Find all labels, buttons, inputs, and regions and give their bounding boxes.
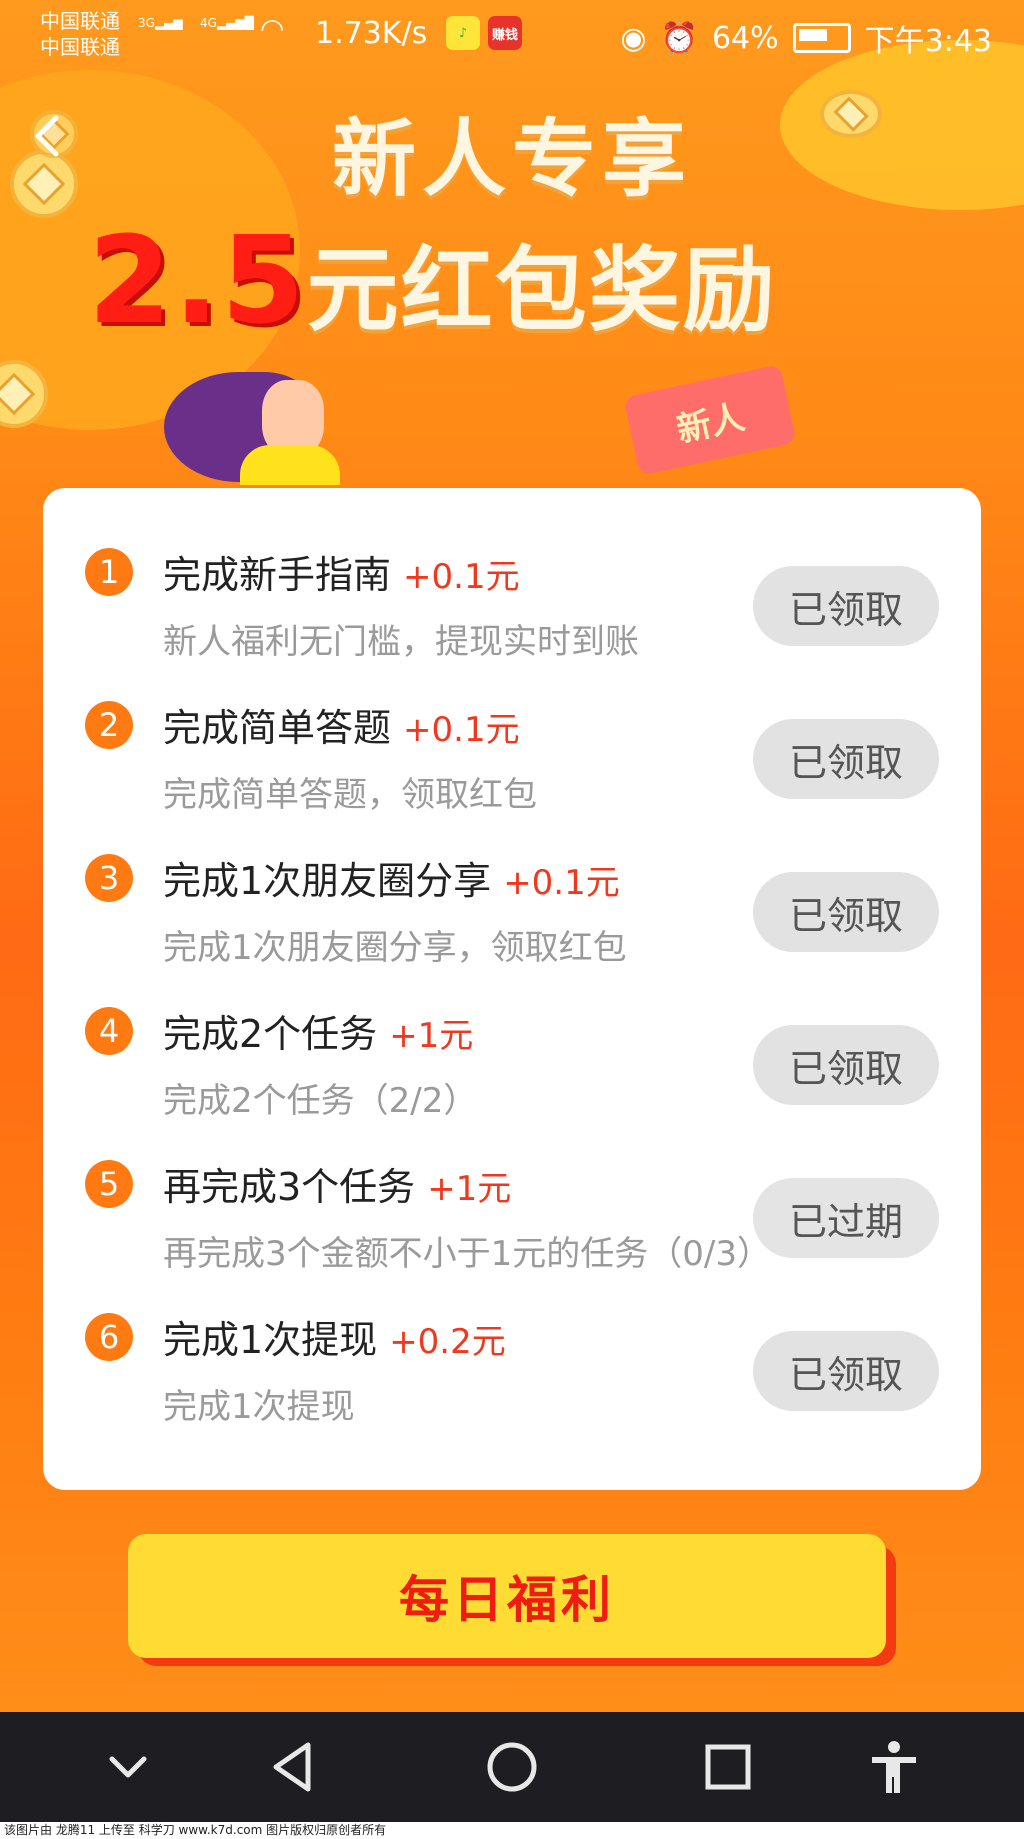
earn-app-icon: 赚钱 [488, 16, 522, 50]
task-status-button[interactable]: 已过期 [753, 1178, 939, 1258]
task-number-badge: 1 [85, 548, 133, 596]
envelope-label: 新人 [673, 396, 749, 451]
task-status-button[interactable]: 已领取 [753, 1025, 939, 1105]
task-title-text: 完成简单答题 [163, 706, 392, 750]
system-nav-bar [0, 1712, 1024, 1822]
task-description: 完成1次朋友圈分享，领取红包 [163, 928, 627, 968]
net-speed: 1.73K/s [315, 16, 428, 51]
task-status-button[interactable]: 已领取 [753, 566, 939, 646]
task-title-text: 完成新手指南 [163, 553, 392, 597]
task-status-button[interactable]: 已领取 [753, 1331, 939, 1411]
back-triangle-icon[interactable] [264, 1737, 324, 1797]
home-circle-icon[interactable] [482, 1737, 542, 1797]
task-title-text: 再完成3个任务 [163, 1165, 416, 1209]
task-reward: +0.1元 [403, 710, 520, 750]
task-title: 完成1次朋友圈分享 +0.1元 [163, 850, 620, 905]
signal-3g-icon: 3G▂▄▆ [138, 16, 183, 30]
task-reward: +1元 [427, 1169, 512, 1209]
task-title: 完成1次提现 +0.2元 [163, 1309, 506, 1364]
page-background: 中国联通 中国联通 3G▂▄▆ 4G▂▄▆█ ◠ 1.73K/s ♪ 赚钱 ◉ … [0, 0, 1024, 1712]
task-reward: +0.1元 [503, 863, 620, 903]
task-item: 3 完成1次朋友圈分享 +0.1元 完成1次朋友圈分享，领取红包 已领取 [43, 854, 981, 1004]
reward-subtitle: 元红包奖励 [306, 237, 777, 344]
carrier-label: 中国联通 中国联通 [40, 8, 120, 60]
task-title: 完成新手指南 +0.1元 [163, 544, 520, 599]
task-title-text: 完成1次提现 [163, 1318, 378, 1362]
music-app-icon: ♪ [446, 16, 480, 50]
illustration-shirt [240, 445, 340, 485]
watermark-footer: 该图片由 龙腾11 上传至 科学刀 www.k7d.com 图片版权归原创者所有 [0, 1822, 1024, 1839]
task-item: 2 完成简单答题 +0.1元 完成简单答题，领取红包 已领取 [43, 701, 981, 851]
task-number-badge: 2 [85, 701, 133, 749]
eye-icon: ◉ [620, 20, 647, 56]
task-status-button[interactable]: 已领取 [753, 719, 939, 799]
status-right: ◉ ⏰ 64% 下午3:43 [620, 16, 992, 60]
task-title: 完成2个任务 +1元 [163, 1003, 473, 1058]
task-item: 1 完成新手指南 +0.1元 新人福利无门槛，提现实时到账 已领取 [43, 548, 981, 698]
carrier-2: 中国联通 [40, 35, 120, 59]
task-card: 1 完成新手指南 +0.1元 新人福利无门槛，提现实时到账 已领取 2 完成简单答… [43, 488, 981, 1490]
carrier-1: 中国联通 [40, 9, 120, 33]
task-description: 完成1次提现 [163, 1387, 355, 1427]
task-title: 完成简单答题 +0.1元 [163, 697, 520, 752]
task-description: 完成简单答题，领取红包 [163, 775, 537, 815]
battery-icon [792, 23, 851, 53]
task-number-badge: 4 [85, 1007, 133, 1055]
red-envelope-decor: 新人 [623, 364, 797, 476]
task-title-text: 完成1次朋友圈分享 [163, 859, 492, 903]
reward-headline: 2.5元红包奖励 [88, 212, 777, 351]
task-reward: +0.1元 [403, 557, 520, 597]
task-item: 4 完成2个任务 +1元 完成2个任务（2/2） 已领取 [43, 1007, 981, 1157]
task-number-badge: 3 [85, 854, 133, 902]
daily-welfare-button[interactable]: 每日福利 [128, 1534, 886, 1658]
task-title: 再完成3个任务 +1元 [163, 1156, 511, 1211]
task-item: 6 完成1次提现 +0.2元 完成1次提现 已领取 [43, 1313, 981, 1463]
task-number-badge: 6 [85, 1313, 133, 1361]
task-status-button[interactable]: 已领取 [753, 872, 939, 952]
task-reward: +1元 [389, 1016, 474, 1056]
status-bar: 中国联通 中国联通 3G▂▄▆ 4G▂▄▆█ ◠ 1.73K/s ♪ 赚钱 ◉ … [0, 0, 1024, 70]
reward-amount: 2.5 [88, 212, 307, 351]
chevron-down-icon[interactable] [98, 1737, 158, 1797]
signal-4g-icon: 4G▂▄▆█ [200, 16, 254, 30]
task-title-text: 完成2个任务 [163, 1012, 378, 1056]
wifi-icon: ◠ [260, 12, 285, 45]
task-reward: +0.2元 [389, 1322, 506, 1362]
clock: 下午3:43 [864, 24, 992, 59]
accessibility-icon[interactable] [864, 1737, 924, 1797]
task-number-badge: 5 [85, 1160, 133, 1208]
task-description: 再完成3个金额不小于1元的任务（0/3） [163, 1234, 771, 1274]
battery-percent: 64% [711, 20, 779, 56]
page-title: 新人专享 [331, 110, 692, 208]
task-description: 完成2个任务（2/2） [163, 1081, 478, 1121]
task-item: 5 再完成3个任务 +1元 再完成3个金额不小于1元的任务（0/3） 已过期 [43, 1160, 981, 1310]
recents-square-icon[interactable] [698, 1737, 758, 1797]
alarm-icon: ⏰ [660, 20, 698, 56]
task-description: 新人福利无门槛，提现实时到账 [163, 622, 639, 662]
